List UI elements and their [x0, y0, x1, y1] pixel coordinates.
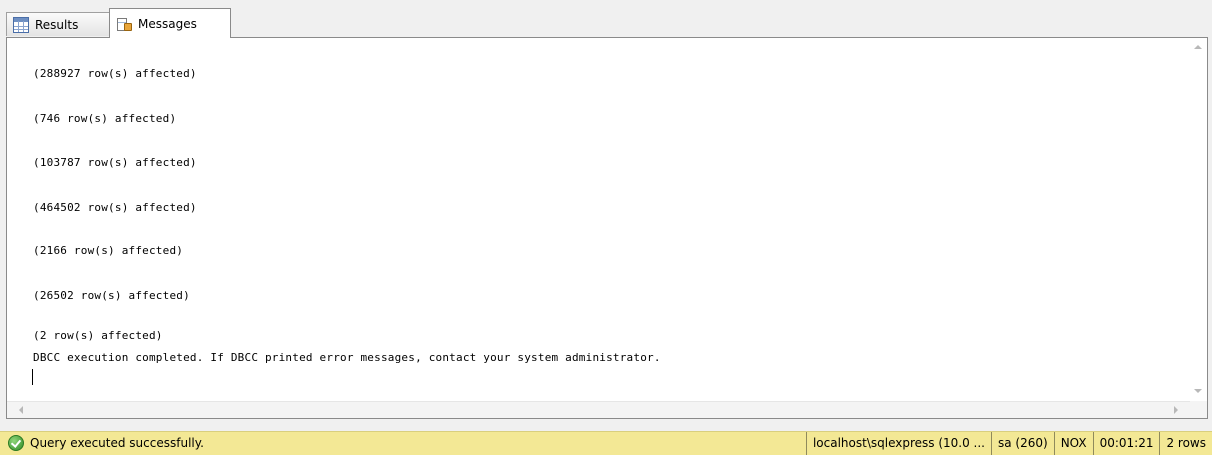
message-line: (103787 row(s) affected) [33, 156, 197, 169]
messages-pane[interactable]: (288927 row(s) affected) (746 row(s) aff… [6, 37, 1208, 419]
status-cells: localhost\sqlexpress (10.0 ... sa (260) … [805, 432, 1212, 455]
success-check-icon [8, 435, 24, 451]
message-line: (746 row(s) affected) [33, 112, 177, 125]
vertical-scrollbar[interactable] [1190, 38, 1207, 401]
status-login: sa (260) [991, 432, 1054, 455]
tab-results[interactable]: Results [6, 12, 110, 36]
message-line: (2166 row(s) affected) [33, 244, 184, 257]
scroll-down-icon[interactable] [1194, 389, 1202, 393]
grid-icon [13, 16, 29, 33]
result-tabstrip: Results Messages [0, 0, 1212, 38]
scrollbar-corner [1190, 401, 1207, 418]
message-line: (2 row(s) affected) [33, 329, 163, 342]
status-database: NOX [1053, 432, 1093, 455]
status-message: Query executed successfully. [8, 435, 204, 451]
status-row-count: 2 rows [1159, 432, 1212, 455]
status-elapsed-time: 00:01:21 [1092, 432, 1160, 455]
tab-messages-label: Messages [138, 16, 197, 31]
messages-icon [116, 16, 132, 32]
message-line: (288927 row(s) affected) [33, 67, 197, 80]
status-text: Query executed successfully. [30, 436, 204, 450]
status-server: localhost\sqlexpress (10.0 ... [805, 432, 991, 455]
horizontal-scrollbar[interactable] [7, 401, 1190, 418]
message-line: DBCC execution completed. If DBCC printe… [33, 351, 661, 364]
tab-results-label: Results [35, 17, 79, 32]
message-line: (26502 row(s) affected) [33, 289, 190, 302]
text-caret [32, 369, 33, 385]
scroll-left-icon[interactable] [19, 406, 23, 414]
query-status-bar: Query executed successfully. localhost\s… [0, 431, 1212, 455]
messages-text-area[interactable]: (288927 row(s) affected) (746 row(s) aff… [7, 38, 1190, 401]
tab-messages[interactable]: Messages [109, 8, 231, 38]
scroll-right-icon[interactable] [1174, 406, 1178, 414]
scroll-up-icon[interactable] [1194, 45, 1202, 49]
message-line: (464502 row(s) affected) [33, 201, 197, 214]
